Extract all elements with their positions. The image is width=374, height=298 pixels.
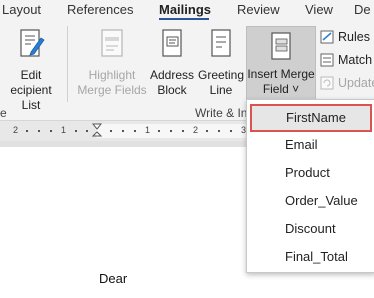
edit-list-icon xyxy=(20,29,45,57)
tab-view[interactable]: View xyxy=(305,2,333,17)
address-block-icon xyxy=(162,29,182,57)
greeting-line-button[interactable]: Greeting Line xyxy=(196,24,246,104)
group-separator xyxy=(67,26,68,102)
menu-item-firstname[interactable]: FirstName xyxy=(250,104,372,132)
update-labels-button[interactable]: Update xyxy=(320,74,374,94)
match-fields-button[interactable]: Match xyxy=(320,51,374,71)
tab-developer[interactable]: De xyxy=(354,2,371,17)
tab-references[interactable]: References xyxy=(67,2,133,17)
tab-mailings[interactable]: Mailings xyxy=(159,2,211,17)
highlight-merge-fields-button[interactable]: Highlight Merge Fields xyxy=(76,24,148,104)
document-text: Dear xyxy=(99,271,128,286)
group-label-start-mail-merge: e xyxy=(0,106,7,120)
menu-item-email[interactable]: Email xyxy=(247,132,374,158)
match-fields-icon xyxy=(320,53,334,67)
greeting-line-icon xyxy=(211,29,231,57)
tab-layout[interactable]: Layout xyxy=(2,2,41,17)
menu-item-final-total[interactable]: Final_Total xyxy=(247,244,374,270)
merge-fields-menu: FirstName Email Product Order_Value Disc… xyxy=(246,99,374,273)
highlight-fields-icon xyxy=(101,29,123,57)
address-block-button[interactable]: Address Block xyxy=(148,24,196,104)
menu-item-discount[interactable]: Discount xyxy=(247,216,374,242)
menu-item-product[interactable]: Product xyxy=(247,160,374,186)
rules-button[interactable]: Rules ˅ xyxy=(320,28,374,48)
menu-item-order-value[interactable]: Order_Value xyxy=(247,188,374,214)
tab-review[interactable]: Review xyxy=(237,2,280,17)
insert-merge-field-icon xyxy=(271,32,291,60)
indent-marker-icon[interactable] xyxy=(92,123,102,139)
rules-icon xyxy=(320,30,334,44)
update-labels-icon xyxy=(320,76,334,90)
insert-merge-field-button[interactable]: Insert Merge Field ˅ xyxy=(246,26,316,100)
ribbon-tab-bar: Layout References Mailings Review View D… xyxy=(0,0,374,21)
edit-recipient-list-button[interactable]: Edit ecipient List xyxy=(0,24,62,112)
group-label-write-insert: Write & In xyxy=(195,106,248,120)
